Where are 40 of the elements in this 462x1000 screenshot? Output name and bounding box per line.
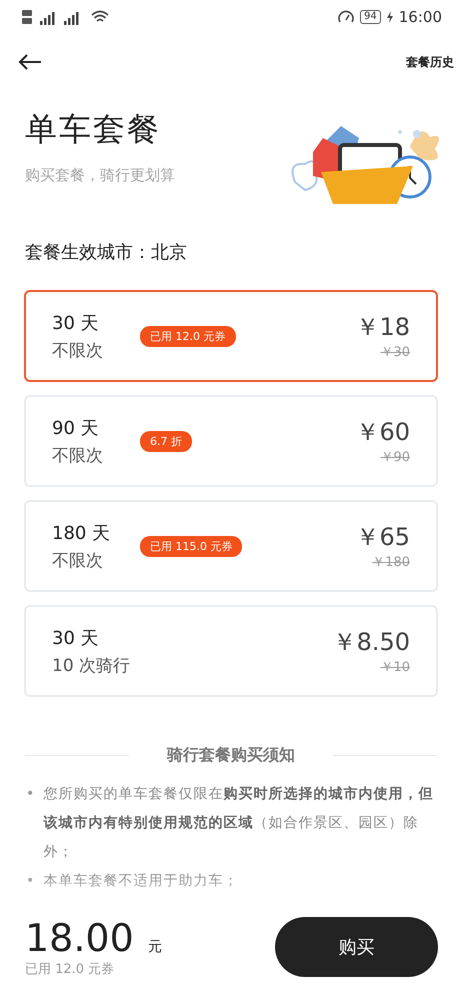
plan-price: ￥65 [355,522,410,553]
page-subtitle: 购买套餐，骑行更划算 [25,166,175,185]
clock-time: 16:00 [398,8,442,26]
plan-card[interactable]: 30 天 10 次骑行 ￥8.50 ￥10 [24,605,438,697]
plan-duration: 30 天 [52,312,100,334]
discount-badge: 已用 115.0 元券 [140,536,242,556]
bullet-mark: • [26,785,36,804]
speed-icon [338,10,354,24]
back-arrow-icon[interactable] [18,54,42,70]
city-label: 套餐生效城市：北京 [24,241,188,264]
discount-badge: 6.7 折 [140,430,192,452]
history-link[interactable]: 套餐历史 [406,54,454,70]
notice-item: 您所购买的单车套餐仅限在购买时所选择的城市内使用，但该城市内有特别使用规范的区域（如合作景区、园区）除外； [43,784,434,862]
plan-duration: 180 天 [52,522,112,544]
coupon-note: 已用 12.0 元券 [25,961,116,978]
plan-usage: 不限次 [52,444,104,466]
discount-badge: 已用 12.0 元券 [140,326,236,346]
plan-card[interactable]: 30 天 不限次 已用 12.0 元券 ￥18 ￥30 [24,290,438,382]
original-price: ￥10 [380,659,410,676]
plan-duration: 30 天 [52,626,100,650]
bullet-mark: • [26,872,36,891]
plan-usage: 不限次 [52,340,104,362]
original-price: ￥180 [372,554,410,571]
battery-level: 94 [360,10,381,24]
plan-card[interactable]: 180 天 不限次 已用 115.0 元券 ￥65 ￥180 [24,500,438,592]
plan-card[interactable]: 90 天 不限次 6.7 折 ￥60 ￥90 [24,395,438,487]
plan-usage: 不限次 [52,550,104,572]
notice-item: 本单车套餐不适用于助力车； [43,872,238,891]
plan-price: ￥8.50 [332,627,410,658]
currency-unit: 元 [148,938,162,956]
buy-button[interactable]: 购买 [275,917,438,977]
page-title: 单车套餐 [25,109,162,150]
plan-duration: 90 天 [52,416,100,440]
notice-title: 骑行套餐购买须知 [167,745,295,766]
charging-icon [386,11,393,23]
original-price: ￥30 [380,344,410,361]
plan-price: ￥60 [355,417,410,448]
plan-price: ￥18 [355,312,410,343]
original-price: ￥90 [380,449,410,466]
total-amount: 18.00 [25,916,134,960]
